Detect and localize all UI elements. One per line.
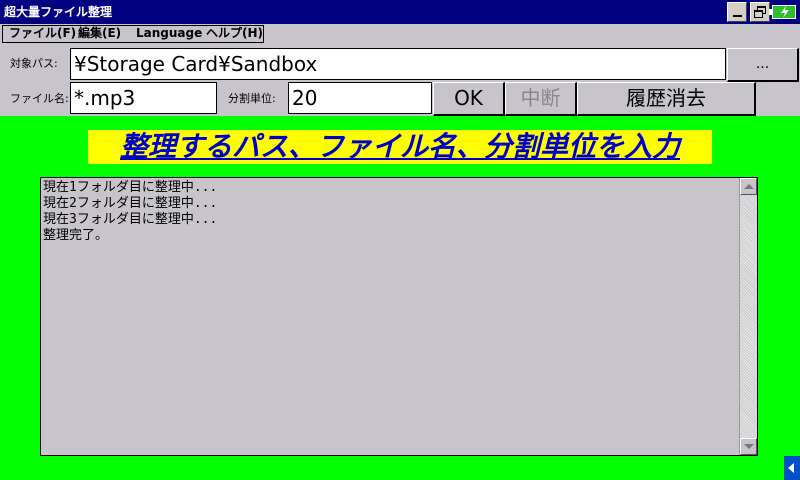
log-lines: 現在1フォルダ目に整理中... 現在2フォルダ目に整理中... 現在3フォルダ目… [43, 180, 217, 244]
log-line: 整理完了。 [43, 228, 109, 243]
instruction-heading: 整理するパス、ファイル名、分割単位を入力 [88, 130, 712, 164]
log-line: 現在1フォルダ目に整理中... [43, 180, 218, 195]
arrow-up-icon [744, 184, 754, 189]
filename-input[interactable]: *.mp3 [70, 82, 217, 114]
menu-bar: ファイル(F) 編集(E) Language ヘルプ(H) [0, 24, 800, 44]
path-label: 対象パス: [10, 57, 58, 70]
clear-history-button[interactable]: 履歴消去 [577, 82, 756, 116]
split-unit-label: 分割単位: [228, 92, 276, 105]
ok-button[interactable]: OK [433, 82, 505, 116]
title-bar: 超大量ファイル整理 [0, 0, 800, 24]
input-panel-arrow-icon[interactable] [784, 456, 800, 480]
settings-panel: 対象パス: ¥Storage Card¥Sandbox ... ファイル名: *… [0, 44, 800, 116]
filename-label: ファイル名: [10, 92, 69, 105]
menu-language[interactable]: Language [136, 26, 202, 40]
path-input[interactable]: ¥Storage Card¥Sandbox [70, 48, 726, 80]
minimize-button[interactable] [727, 2, 747, 22]
abort-button[interactable]: 中断 [505, 82, 577, 116]
window-title: 超大量ファイル整理 [4, 5, 113, 19]
scroll-up-button[interactable] [740, 178, 757, 195]
log-textarea[interactable]: 現在1フォルダ目に整理中... 現在2フォルダ目に整理中... 現在3フォルダ目… [40, 177, 758, 456]
menu-help[interactable]: ヘルプ(H) [206, 26, 263, 40]
battery-charging-icon [769, 5, 796, 19]
browse-button[interactable]: ... [727, 48, 799, 82]
arrow-down-icon [744, 444, 754, 449]
scroll-down-button[interactable] [740, 438, 757, 455]
log-line: 現在2フォルダ目に整理中... [43, 196, 218, 211]
menu-file[interactable]: ファイル(F) [9, 26, 76, 40]
log-scrollbar[interactable] [739, 178, 757, 455]
restore-button[interactable] [750, 2, 770, 22]
split-unit-input[interactable]: 20 [288, 82, 432, 114]
log-line: 現在3フォルダ目に整理中... [43, 212, 218, 227]
menu-edit[interactable]: 編集(E) [78, 26, 121, 40]
